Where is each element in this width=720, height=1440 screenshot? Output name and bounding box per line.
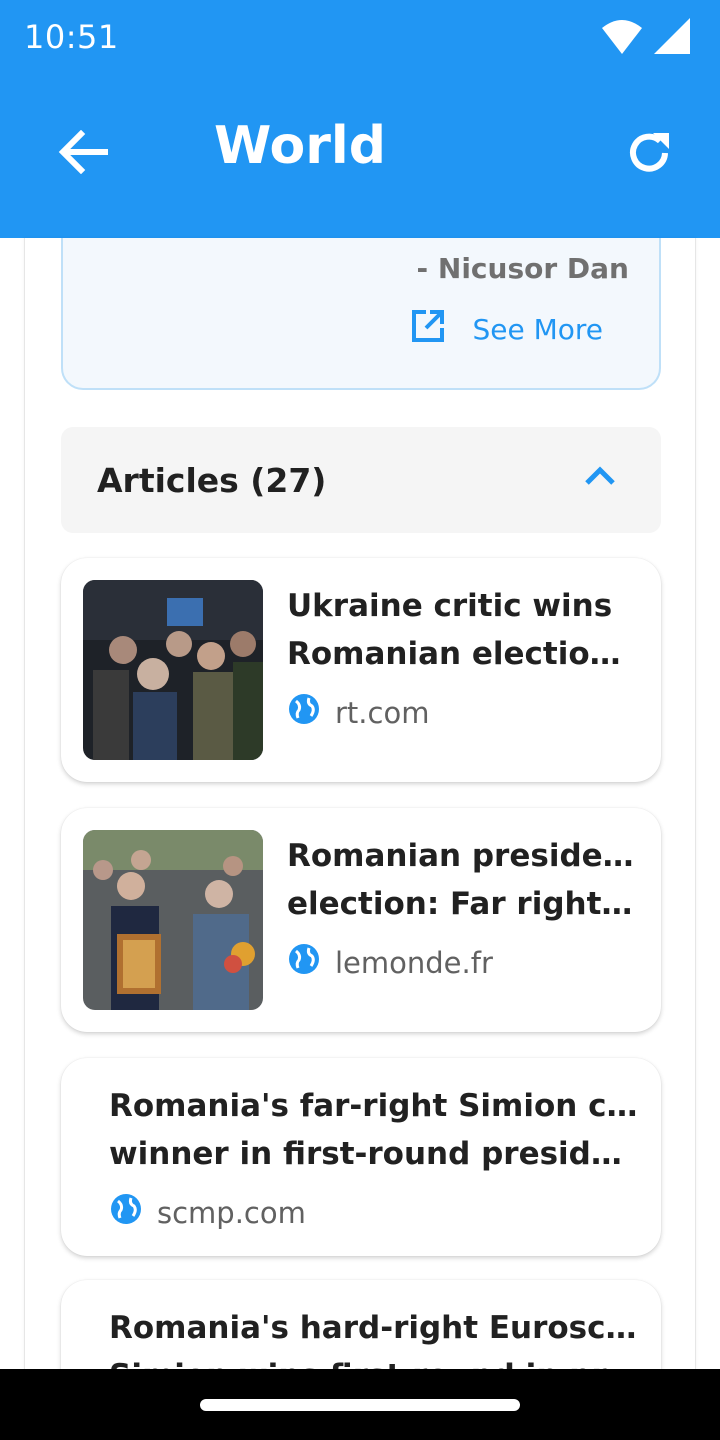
article-card[interactable]: Ukraine critic wins Romanian election fi… (61, 558, 661, 782)
article-source: rt.com (287, 692, 429, 733)
article-title: Romanian presidential election: Far righ… (287, 838, 639, 922)
article-title: Romania's hard-right Eurosceptic Simion … (109, 1310, 639, 1370)
open-in-new-icon (410, 308, 446, 351)
summary-box: - Nicusor Dan See More (61, 238, 661, 390)
quote-author: - Nicusor Dan (416, 252, 629, 285)
page-title: World (214, 116, 386, 176)
article-card[interactable]: Romanian presidential election: Far righ… (61, 808, 661, 1032)
navigation-bar (0, 1369, 720, 1440)
content-card: - Nicusor Dan See More Articles (27) Ukr… (24, 238, 696, 1370)
refresh-button[interactable] (618, 124, 680, 186)
status-icons (600, 16, 692, 61)
back-button[interactable] (52, 126, 114, 182)
home-gesture-handle[interactable] (200, 1399, 520, 1411)
app-bar: World (0, 76, 720, 238)
globe-icon (287, 942, 321, 983)
back-arrow-icon (57, 129, 109, 179)
globe-icon (109, 1192, 143, 1233)
wifi-icon (600, 16, 644, 61)
article-card[interactable]: Romania's hard-right Eurosceptic Simion … (61, 1280, 661, 1370)
chevron-up-icon[interactable] (583, 463, 617, 494)
article-source: lemonde.fr (287, 942, 493, 983)
article-thumbnail (83, 580, 263, 760)
article-title: Romania's far-right Simion clear winner … (109, 1088, 639, 1172)
article-card[interactable]: Romania's far-right Simion clear winner … (61, 1058, 661, 1256)
globe-icon (287, 692, 321, 733)
article-source: scmp.com (109, 1192, 306, 1233)
status-bar: 10:51 (0, 0, 720, 76)
refresh-icon (623, 127, 675, 184)
articles-title: Articles (27) (97, 461, 327, 500)
article-title: Ukraine critic wins Romanian election fi… (287, 588, 639, 672)
status-time: 10:51 (24, 18, 119, 56)
signal-icon (652, 16, 692, 61)
see-more-button[interactable]: See More (410, 308, 603, 351)
article-thumbnail (83, 830, 263, 1010)
articles-section-header[interactable]: Articles (27) (61, 427, 661, 533)
see-more-label: See More (472, 313, 603, 346)
